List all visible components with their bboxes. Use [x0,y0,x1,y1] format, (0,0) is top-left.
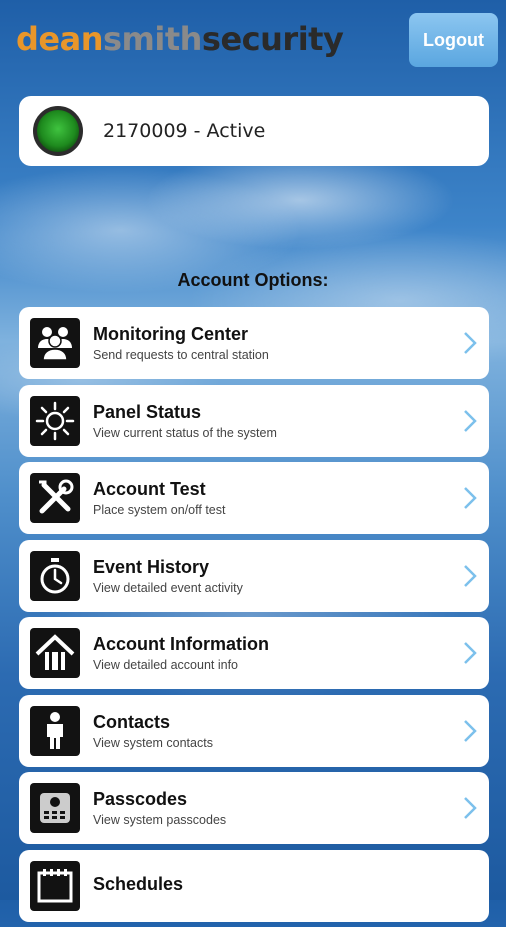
chevron-right-icon [464,719,477,742]
brand-security: security [201,20,344,58]
menu-item-subtitle: View detailed event activity [93,580,243,595]
menu-item-account-test[interactable]: Account Test Place system on/off test [19,462,489,534]
calendar-icon [30,860,80,911]
chevron-right-icon [464,487,477,509]
menu-item-title: Contacts [93,711,171,732]
menu-item-monitoring-center[interactable]: Monitoring Center Send requests to centr… [19,307,489,379]
menu-item-title: Passcodes [93,789,188,809]
chevron-right-icon [464,642,477,664]
keypad-icon [30,783,80,833]
account-status-card: 2170009 - Active [19,96,489,166]
menu-item-schedules[interactable]: Schedules [19,849,489,922]
menu-item-account-information[interactable]: Account Information View detailed accoun… [19,617,489,689]
menu-item-subtitle: View system contacts [93,735,213,750]
menu-item-title: Panel Status [93,401,202,422]
account-status-text: 2170009 - Active [103,120,266,142]
status-indicator-icon [33,106,83,156]
logout-button[interactable]: Logout [409,13,498,67]
menu-item-subtitle: Send requests to central station [93,348,269,362]
account-options-menu: Monitoring Center Send requests to centr… [19,307,489,927]
stopwatch-icon [30,550,80,601]
menu-item-event-history[interactable]: Event History View detailed event activi… [19,539,489,612]
house-icon [30,628,80,678]
menu-item-subtitle: View current status of the system [93,425,277,440]
menu-item-title: Account Test [93,479,206,499]
menu-item-subtitle: Place system on/off test [93,503,226,517]
chevron-right-icon [464,797,477,819]
tools-icon [30,473,80,523]
menu-item-panel-status[interactable]: Panel Status View current status of the … [19,384,489,457]
chevron-right-icon [464,564,477,587]
chevron-right-icon [464,332,477,354]
menu-item-subtitle: View detailed account info [93,658,239,672]
menu-item-title: Monitoring Center [93,324,248,344]
brand-dean: dean [16,20,103,58]
person-icon [30,705,80,756]
sun-icon [30,395,80,446]
section-title: Account Options: [177,270,329,290]
brand-smith: smith [102,20,202,58]
brand-logo: deansmithsecurity [16,20,344,58]
menu-item-subtitle: View system passcodes [93,813,227,827]
menu-item-contacts[interactable]: Contacts View system contacts [19,694,489,767]
people-icon [30,318,80,368]
menu-item-passcodes[interactable]: Passcodes View system passcodes [19,772,489,844]
menu-item-title: Account Information [93,634,269,654]
chevron-right-icon [464,409,477,432]
menu-item-title: Schedules [93,873,184,894]
menu-item-title: Event History [93,556,210,577]
